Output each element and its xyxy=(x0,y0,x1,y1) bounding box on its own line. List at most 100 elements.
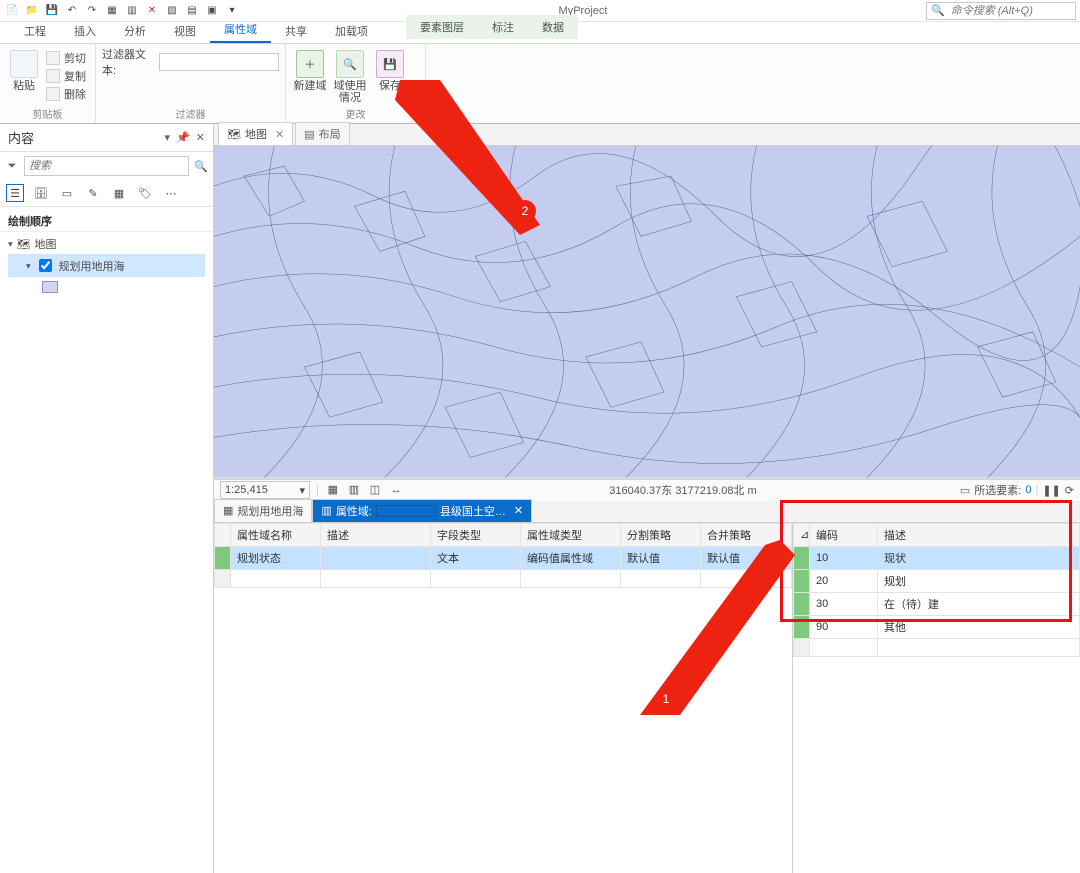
cell-code[interactable]: 20 xyxy=(810,569,878,592)
row-header[interactable] xyxy=(215,546,231,569)
filter-icon[interactable]: ⏷ xyxy=(4,160,20,173)
map-view-tab[interactable]: 🗺 地图 ✕ xyxy=(218,122,293,145)
pane-close-icon[interactable]: ✕ xyxy=(196,131,205,144)
ribbon-ctx-tab-data[interactable]: 数据 xyxy=(528,15,578,39)
map-view[interactable] xyxy=(214,146,1080,479)
list-by-snapping-icon[interactable]: ▦ xyxy=(110,184,128,202)
filter-text-input[interactable] xyxy=(159,53,279,71)
cell-domain-name[interactable]: 规划状态 xyxy=(231,546,321,569)
row-header[interactable] xyxy=(794,638,810,656)
cell-code-desc[interactable]: 现状 xyxy=(878,546,1080,569)
sb-tool-icon[interactable]: ↔ xyxy=(388,482,404,498)
save-domain-button[interactable]: 💾 保存 xyxy=(372,46,408,92)
col-merge-policy[interactable]: 合并策略 xyxy=(701,523,781,546)
col-domain-type[interactable]: 属性域类型 xyxy=(521,523,621,546)
pause-drawing-icon[interactable]: ❚❚ xyxy=(1042,484,1060,497)
ribbon-tab-addins[interactable]: 加载项 xyxy=(321,19,382,43)
sb-tool-icon[interactable]: ▦ xyxy=(325,482,341,498)
search-icon[interactable]: 🔍 xyxy=(193,160,209,173)
domain-table-tab[interactable]: ▥ 属性域: 县级国土空… ✕ xyxy=(312,499,532,522)
qat-button[interactable]: ▧ xyxy=(164,3,180,19)
coded-values-table[interactable]: ⊿ 编码 描述 10 现状 20 规划 xyxy=(792,523,1080,873)
col-description[interactable]: 描述 xyxy=(321,523,431,546)
more-icon[interactable]: ⋯ xyxy=(162,184,180,202)
delete-button[interactable]: 删除 xyxy=(46,86,86,102)
col-code-desc[interactable]: 描述 xyxy=(878,523,1080,546)
cell-code-desc[interactable]: 在（待）建 xyxy=(878,592,1080,615)
undo-icon[interactable]: ↶ xyxy=(64,3,80,19)
cell-code[interactable]: 90 xyxy=(810,615,878,638)
ribbon-ctx-tab-feature-layer[interactable]: 要素图层 xyxy=(406,15,478,39)
col-code[interactable]: 编码 xyxy=(810,523,878,546)
cell-description[interactable] xyxy=(321,546,431,569)
list-by-labeling-icon[interactable]: 🏷 xyxy=(136,184,154,202)
list-by-drawing-order-icon[interactable]: ☰ xyxy=(6,184,24,202)
row-header[interactable] xyxy=(794,569,810,592)
close-icon[interactable]: ✕ xyxy=(514,504,523,517)
new-code-row[interactable] xyxy=(794,638,1080,656)
refresh-icon[interactable]: ⟳ xyxy=(1065,484,1074,497)
command-search-input[interactable] xyxy=(949,4,1069,18)
attribute-table-tab[interactable]: ▦ 规划用地用海 xyxy=(214,499,312,522)
new-project-icon[interactable]: 📄 xyxy=(4,3,20,19)
row-header[interactable] xyxy=(794,615,810,638)
code-row[interactable]: 90 其他 xyxy=(794,615,1080,638)
copy-button[interactable]: 复制 xyxy=(46,68,86,84)
domain-row[interactable]: 规划状态 文本 编码值属性域 默认值 默认值 xyxy=(215,546,792,569)
cell-code-desc[interactable]: 其他 xyxy=(878,615,1080,638)
domain-definition-table[interactable]: 属性域名称 描述 字段类型 属性域类型 分割策略 合并策略 规划状态 文本 编码… xyxy=(214,523,792,873)
cell-code-desc[interactable]: 规划 xyxy=(878,569,1080,592)
ribbon-tab-share[interactable]: 共享 xyxy=(271,19,321,43)
cell-split-policy[interactable]: 默认值 xyxy=(621,546,701,569)
contents-search-input[interactable] xyxy=(24,156,189,176)
ribbon-tab-analysis[interactable]: 分析 xyxy=(110,19,160,43)
cell-field-type[interactable]: 文本 xyxy=(431,546,521,569)
close-icon[interactable]: ✕ xyxy=(275,128,284,141)
cell-merge-policy[interactable]: 默认值 xyxy=(701,546,781,569)
code-row[interactable]: 30 在（待）建 xyxy=(794,592,1080,615)
redo-icon[interactable]: ↷ xyxy=(84,3,100,19)
layer-visibility-checkbox[interactable] xyxy=(39,259,52,272)
new-domain-row[interactable] xyxy=(215,569,792,587)
list-by-selection-icon[interactable]: ▭ xyxy=(58,184,76,202)
sb-tool-icon[interactable]: ▥ xyxy=(346,482,362,498)
toc-map-node[interactable]: 🗺 地图 xyxy=(8,236,205,252)
expand-icon[interactable] xyxy=(26,260,31,272)
qat-delete-icon[interactable]: ✕ xyxy=(144,3,160,19)
cell-code[interactable]: 30 xyxy=(810,592,878,615)
ribbon-tab-project[interactable]: 工程 xyxy=(10,19,60,43)
row-header[interactable] xyxy=(794,546,810,569)
code-row[interactable]: 10 现状 xyxy=(794,546,1080,569)
cell-code[interactable]: 10 xyxy=(810,546,878,569)
list-by-source-icon[interactable]: 🗄 xyxy=(32,184,50,202)
pane-options-icon[interactable]: ▾ xyxy=(165,131,171,144)
row-header[interactable] xyxy=(215,569,231,587)
cell-domain-type[interactable]: 编码值属性域 xyxy=(521,546,621,569)
col-split-policy[interactable]: 分割策略 xyxy=(621,523,701,546)
sb-tool-icon[interactable]: ◫ xyxy=(367,482,383,498)
row-header[interactable] xyxy=(794,592,810,615)
save-project-icon[interactable]: 💾 xyxy=(44,3,60,19)
pane-pin-icon[interactable]: 📌 xyxy=(176,131,190,144)
qat-button[interactable]: ▥ xyxy=(124,3,140,19)
code-row[interactable]: 20 规划 xyxy=(794,569,1080,592)
list-by-editing-icon[interactable]: ✎ xyxy=(84,184,102,202)
paste-button[interactable]: 粘贴 xyxy=(6,46,42,92)
expand-icon[interactable] xyxy=(8,238,13,250)
new-domain-button[interactable]: ＋ 新建域 xyxy=(292,46,328,92)
cut-button[interactable]: 剪切 xyxy=(46,50,86,66)
col-field-type[interactable]: 字段类型 xyxy=(431,523,521,546)
command-search[interactable]: 🔍 xyxy=(926,2,1076,20)
col-domain-name[interactable]: 属性域名称 xyxy=(231,523,321,546)
ribbon-tab-domain[interactable]: 属性域 xyxy=(210,17,271,43)
ribbon-tab-insert[interactable]: 插入 xyxy=(60,19,110,43)
domain-usage-button[interactable]: 🔍 域使用情况 xyxy=(332,46,368,104)
scale-combo[interactable]: 1:25,415 ▾ xyxy=(220,481,310,499)
toc-layer-node[interactable]: 规划用地用海 xyxy=(8,254,205,277)
qat-button[interactable]: ▦ xyxy=(104,3,120,19)
ribbon-ctx-tab-label[interactable]: 标注 xyxy=(478,15,528,39)
qat-button[interactable]: ▤ xyxy=(184,3,200,19)
ribbon-tab-view[interactable]: 视图 xyxy=(160,19,210,43)
layout-view-tab[interactable]: ▤ 布局 xyxy=(295,122,349,145)
open-project-icon[interactable]: 📁 xyxy=(24,3,40,19)
